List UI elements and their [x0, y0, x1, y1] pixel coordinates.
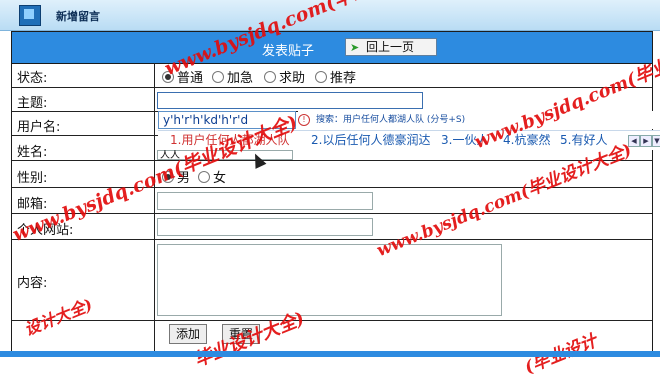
ime-candidate[interactable]: 2.以后任何人德豪润达 [311, 131, 430, 150]
status-option-urgent[interactable]: 加急 [212, 67, 253, 86]
back-arrow-icon: ➤ [350, 41, 360, 54]
subject-input[interactable] [157, 92, 423, 109]
content-label: 内容: [17, 276, 48, 291]
prev-page-icon[interactable]: ◀ [628, 135, 640, 147]
radio-icon [212, 71, 224, 83]
website-input[interactable] [157, 218, 373, 236]
status-option-recommend[interactable]: 推荐 [315, 67, 356, 86]
status-row: 状态: 普通 加急 求助 推荐 [12, 63, 652, 88]
app-icon [19, 5, 41, 26]
info-icon: ! [298, 114, 310, 126]
email-input[interactable] [157, 192, 373, 210]
username-label: 用户名: [17, 120, 61, 135]
subject-label: 主题: [17, 96, 48, 111]
submit-button[interactable]: 添加 [169, 324, 207, 344]
form-header: 发表贴子 ➤ 回上一页 [12, 32, 652, 64]
form-header-text: 发表贴子 [262, 44, 315, 59]
content-textarea[interactable] [157, 244, 502, 316]
radio-icon [315, 71, 327, 83]
next-page-icon[interactable]: ▶ [640, 135, 652, 147]
status-option-help[interactable]: 求助 [264, 67, 305, 86]
menu-icon[interactable]: ▼ [652, 135, 660, 147]
website-row: 个人网站: [12, 214, 652, 240]
window-title: 新增留言 [56, 10, 100, 23]
back-button[interactable]: ➤ 回上一页 [345, 38, 437, 56]
radio-icon [264, 71, 276, 83]
gender-label: 性别: [17, 171, 48, 186]
content-row: 内容: [12, 240, 652, 321]
bottom-bar [0, 351, 660, 357]
back-button-label: 回上一页 [366, 40, 415, 54]
name-label: 姓名: [17, 145, 48, 160]
status-label: 状态: [17, 71, 48, 86]
